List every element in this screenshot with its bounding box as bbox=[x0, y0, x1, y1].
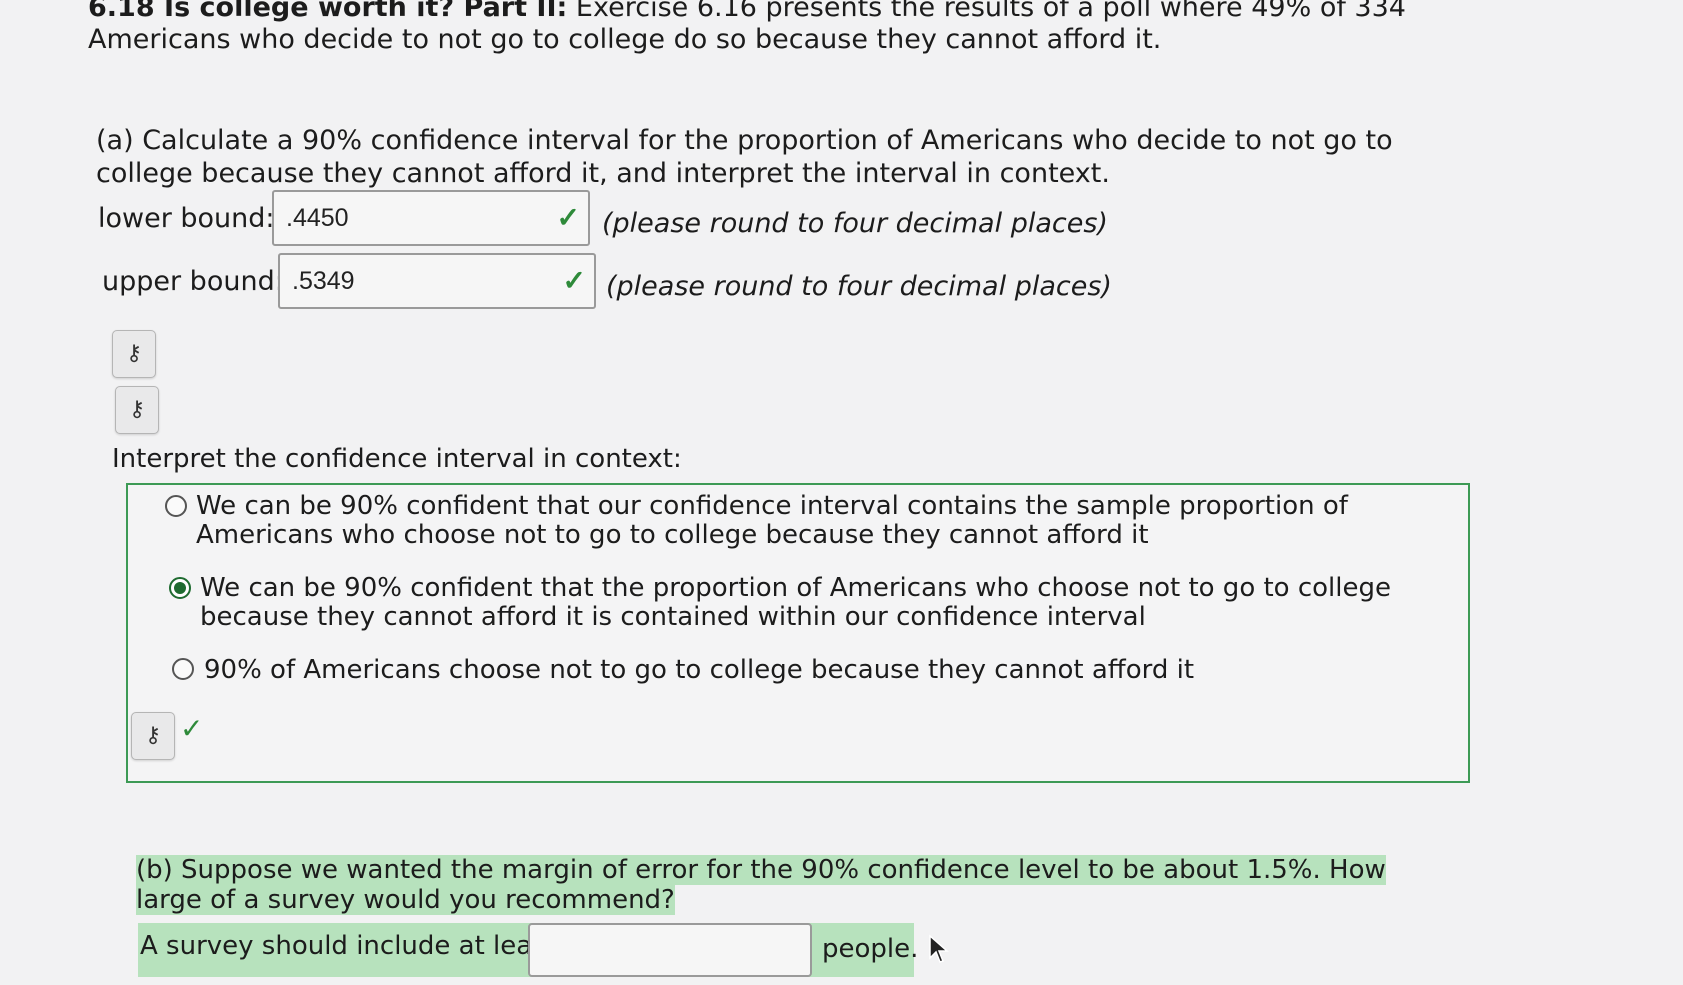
part-b-prompt: (b) Suppose we wanted the margin of erro… bbox=[136, 855, 1436, 915]
key-button-3[interactable]: ⚷ bbox=[131, 712, 175, 760]
choice-check-icon: ✓ bbox=[180, 712, 204, 745]
choice-2-text[interactable]: We can be 90% confident that the proport… bbox=[200, 574, 1450, 632]
choice-3-text[interactable]: 90% of Americans choose not to go to col… bbox=[204, 656, 1454, 685]
interpret-label: Interpret the confidence interval in con… bbox=[112, 444, 682, 474]
part-a-prompt: (a) Calculate a 90% confidence interval … bbox=[96, 125, 1393, 189]
key-icon: ⚷ bbox=[128, 397, 146, 422]
choice-1-radio[interactable] bbox=[165, 495, 187, 517]
answer-prefix: A survey should include at least bbox=[140, 931, 556, 961]
lower-bound-value: .4450 bbox=[286, 204, 349, 232]
upper-round-hint: (please round to four decimal places) bbox=[606, 271, 1112, 302]
lower-round-hint: (please round to four decimal places) bbox=[602, 208, 1108, 239]
answer-suffix: people. bbox=[822, 934, 919, 964]
mouse-cursor-icon bbox=[929, 934, 949, 963]
survey-size-input[interactable] bbox=[528, 923, 812, 977]
key-button-1[interactable]: ⚷ bbox=[112, 330, 156, 378]
key-icon: ⚷ bbox=[125, 341, 143, 366]
upper-check-icon: ✓ bbox=[562, 265, 586, 296]
upper-bound-label: upper bound: bbox=[102, 266, 284, 297]
choice-1-text[interactable]: We can be 90% confident that our confide… bbox=[196, 492, 1446, 550]
upper-bound-value: .5349 bbox=[292, 267, 355, 295]
upper-bound-input[interactable]: .5349 ✓ bbox=[278, 253, 596, 309]
part-b-prompt-text: (b) Suppose we wanted the margin of erro… bbox=[136, 855, 1386, 915]
lower-bound-label: lower bound: bbox=[98, 203, 275, 234]
question-title: 6.18 Is college worth it? Part II: Exerc… bbox=[88, 0, 1538, 56]
choice-3-radio[interactable] bbox=[172, 658, 194, 680]
lower-bound-input[interactable]: .4450 ✓ bbox=[272, 190, 590, 246]
key-button-2[interactable]: ⚷ bbox=[115, 386, 159, 434]
key-icon: ⚷ bbox=[144, 723, 162, 748]
question-number: 6.18 Is college worth it? Part II: bbox=[88, 0, 568, 23]
lower-check-icon: ✓ bbox=[556, 202, 580, 233]
choice-2-radio[interactable] bbox=[169, 577, 191, 599]
